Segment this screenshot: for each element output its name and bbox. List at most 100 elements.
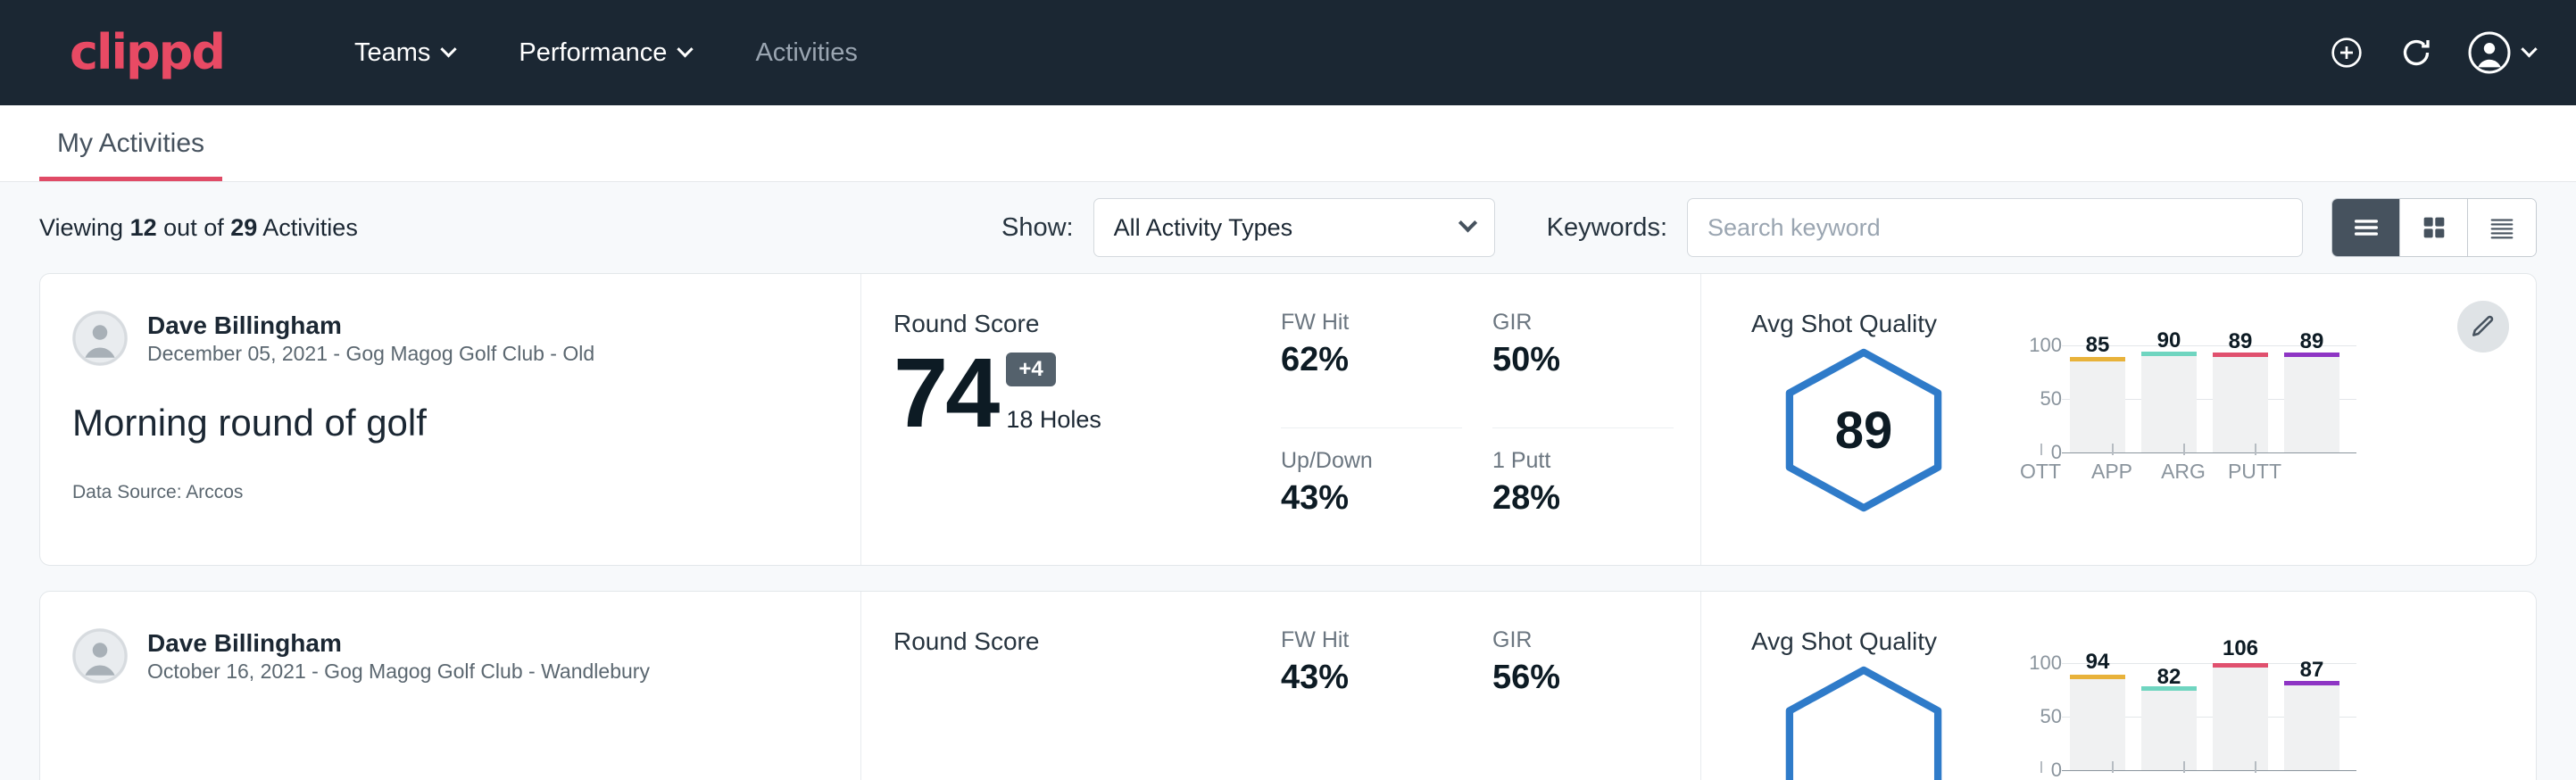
x-label-putt: PUTT: [2227, 460, 2282, 484]
y-tick-50: 50: [2040, 705, 2062, 728]
account-avatar-icon: [2468, 31, 2511, 74]
hexagon-icon: [1774, 663, 1953, 780]
nav-item-teams[interactable]: Teams: [322, 38, 486, 68]
round-score-label: Round Score: [893, 310, 1281, 338]
avatar: [72, 628, 128, 684]
page-tab-bar: My Activities: [0, 105, 2576, 182]
stat-fw-hit-value: 43%: [1281, 659, 1462, 697]
x-label-ott: OTT: [2013, 460, 2068, 484]
account-menu[interactable]: [2468, 31, 2535, 74]
grid-view-button[interactable]: [2400, 199, 2468, 256]
chevron-down-icon: [2521, 41, 2537, 57]
activity-user-name: Dave Billingham: [147, 627, 650, 659]
stat-gir-label: GIR: [1492, 627, 1674, 653]
chart-y-axis: 100 50 0: [2010, 663, 2062, 770]
chart-bar-putt-value: 89: [2284, 329, 2339, 354]
chart-bar-ott-value: 94: [2070, 650, 2125, 675]
shot-quality-chart: 100 50 0 94: [1953, 663, 2347, 780]
chart-y-axis: 100 50 0: [2010, 345, 2062, 452]
viewing-total: 29: [230, 214, 257, 241]
chart-bar-putt: 89: [2284, 345, 2339, 452]
activity-data-source: Data Source: Arccos: [72, 482, 819, 503]
viewing-prefix: Viewing: [39, 214, 123, 241]
compact-view-button[interactable]: [2468, 199, 2536, 256]
round-score-column: Round Score 74 +4 18 Holes: [861, 274, 1281, 565]
nav-item-performance[interactable]: Performance: [486, 38, 723, 68]
user-avatar-icon: [72, 311, 128, 366]
activity-user: Dave Billingham October 16, 2021 - Gog M…: [72, 627, 819, 685]
viewing-count: 12: [130, 214, 157, 241]
chart-bar-arg: 89: [2213, 345, 2268, 452]
chart-bar-putt: 87: [2284, 663, 2339, 770]
user-avatar-icon: [72, 628, 128, 684]
chart-plot-area: 94 82 106: [2062, 663, 2347, 770]
chart-bar-app: 90: [2141, 345, 2197, 452]
tab-my-activities[interactable]: My Activities: [39, 129, 222, 181]
score-to-par-badge: +4: [1006, 353, 1055, 386]
round-stats-grid: FW Hit 43% GIR 56%: [1281, 592, 1700, 780]
activity-title: Morning round of golf: [72, 402, 819, 444]
holes-count: 18 Holes: [1006, 406, 1101, 434]
activity-user-name: Dave Billingham: [147, 310, 594, 341]
viewing-summary: Viewing 12 out of 29 Activities: [39, 214, 358, 242]
edit-activity-button[interactable]: [2457, 301, 2509, 353]
chevron-down-icon: [677, 41, 694, 57]
chart-bar-arg-value: 106: [2213, 636, 2268, 661]
activity-info-column: Dave Billingham December 05, 2021 - Gog …: [40, 274, 861, 565]
stat-gir-value: 50%: [1492, 341, 1674, 379]
round-score-label: Round Score: [893, 627, 1281, 656]
stat-up-down: Up/Down 43%: [1281, 448, 1462, 566]
nav-item-activities[interactable]: Activities: [723, 38, 889, 68]
search-input[interactable]: [1687, 198, 2303, 257]
round-score-value-row: 74 +4 18 Holes: [893, 347, 1281, 441]
stat-fw-hit: FW Hit 62%: [1281, 310, 1462, 428]
stat-one-putt-value: 28%: [1492, 479, 1674, 518]
chevron-down-icon: [441, 41, 457, 57]
activity-user: Dave Billingham December 05, 2021 - Gog …: [72, 310, 819, 368]
stat-fw-hit-value: 62%: [1281, 341, 1462, 379]
tab-my-activities-label: My Activities: [57, 129, 204, 158]
chevron-down-icon: [1458, 213, 1477, 232]
chart-bars: 85 90 89: [2062, 345, 2347, 452]
activity-meta: December 05, 2021 - Gog Magog Golf Club …: [147, 341, 594, 368]
nav-item-activities-label: Activities: [755, 38, 857, 68]
stat-gir-value: 56%: [1492, 659, 1674, 697]
activity-meta: October 16, 2021 - Gog Magog Golf Club -…: [147, 659, 650, 685]
x-label-arg: ARG: [2156, 460, 2211, 484]
stat-one-putt-label: 1 Putt: [1492, 448, 1674, 474]
chart-bar-ott: 94: [2070, 663, 2125, 770]
stat-gir-label: GIR: [1492, 310, 1674, 336]
y-tick-100: 100: [2029, 651, 2062, 675]
page-content: Viewing 12 out of 29 Activities Show: Al…: [0, 182, 2576, 780]
refresh-icon[interactable]: [2398, 35, 2434, 71]
activity-card[interactable]: Dave Billingham October 16, 2021 - Gog M…: [39, 591, 2537, 780]
filter-controls: Show: All Activity Types Keywords:: [1001, 198, 2537, 257]
chart-bar-arg: 106: [2213, 663, 2268, 770]
round-stats-grid: FW Hit 62% GIR 50% Up/Down 43% 1 Putt 28…: [1281, 274, 1700, 565]
stat-fw-hit-label: FW Hit: [1281, 627, 1462, 653]
keywords-label: Keywords:: [1547, 213, 1667, 243]
viewing-middle: out of: [163, 214, 224, 241]
stat-up-down-value: 43%: [1281, 479, 1462, 518]
shot-quality-hexagon: 89: [1774, 345, 1953, 515]
list-view-button[interactable]: [2332, 199, 2400, 256]
clippd-logo[interactable]: clippd: [70, 29, 224, 77]
avg-shot-quality-body: 89 100 50 0: [1751, 345, 2536, 515]
activity-type-select-value: All Activity Types: [1114, 214, 1293, 242]
activity-info-column: Dave Billingham October 16, 2021 - Gog M…: [40, 592, 861, 780]
chart-bar-app: 82: [2141, 663, 2197, 770]
view-mode-toggle-group: [2331, 198, 2537, 257]
round-score-column: Round Score: [861, 592, 1281, 780]
nav-item-teams-label: Teams: [354, 38, 430, 68]
stat-one-putt: 1 Putt 28%: [1492, 448, 1674, 566]
stat-gir: GIR 50%: [1492, 310, 1674, 428]
chart-bar-app-value: 90: [2141, 328, 2197, 353]
chart-x-axis: OTT APP ARG PUTT: [2005, 460, 2290, 484]
top-navigation-bar: clippd Teams Performance Activities: [0, 0, 2576, 105]
avg-shot-quality-body: 100 50 0 94: [1751, 663, 2536, 780]
chart-plot-area: 85 90 89: [2062, 345, 2347, 452]
plus-circle-icon[interactable]: [2329, 35, 2364, 71]
activity-type-select[interactable]: All Activity Types: [1093, 198, 1495, 257]
activity-card[interactable]: Dave Billingham December 05, 2021 - Gog …: [39, 273, 2537, 566]
x-label-app: APP: [2084, 460, 2140, 484]
